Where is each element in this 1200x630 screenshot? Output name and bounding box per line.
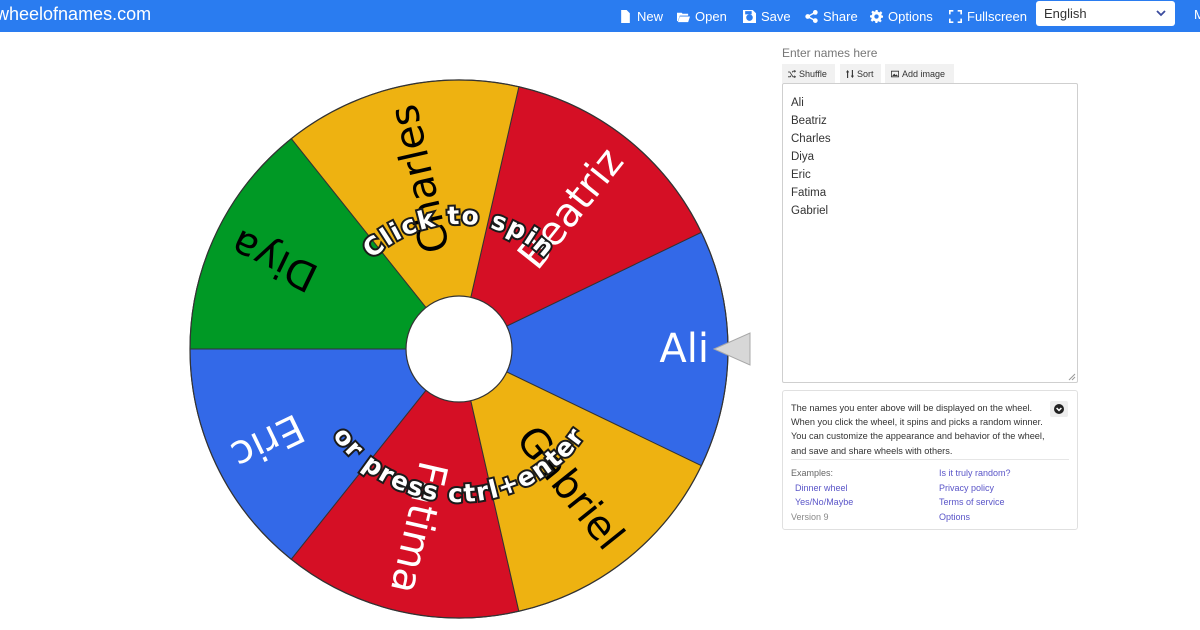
sort-button[interactable]: Sort <box>840 64 881 83</box>
brand-logo-text[interactable]: wheelofnames.com <box>0 4 151 25</box>
sort-icon <box>846 69 854 78</box>
file-icon <box>621 9 630 23</box>
example-link-yes-no-maybe[interactable]: Yes/No/Maybe <box>795 495 853 509</box>
share-button[interactable]: Share <box>805 6 858 26</box>
fullscreen-button-label: Fullscreen <box>967 8 1027 24</box>
info-collapse-button[interactable] <box>1050 401 1068 417</box>
info-card: The names you enter above will be displa… <box>782 390 1078 530</box>
wheel-area: Ali Beatriz Charles Diya Eric Fatima Gabriel C… <box>0 32 760 630</box>
image-icon <box>891 70 899 77</box>
wheel-canvas[interactable]: AliBeatrizCharlesDiyaEricFatima Gabriel C… <box>0 32 760 630</box>
sort-button-label: Sort <box>857 68 874 79</box>
new-button[interactable]: New <box>619 6 663 26</box>
account-menu-truncated[interactable]: M <box>1194 7 1200 22</box>
options-button-label: Options <box>888 8 933 24</box>
share-icon <box>805 9 818 23</box>
names-textarea[interactable]: Ali Beatriz Charles Diya Eric Fatima Gab… <box>782 83 1078 383</box>
wheel-segment-label: Ali <box>659 326 709 372</box>
top-navbar: wheelofnames.com New Open Save Share Opt… <box>0 0 1200 32</box>
add-image-button[interactable]: Add image <box>885 64 954 83</box>
link-privacy-policy[interactable]: Privacy policy <box>939 481 994 495</box>
link-is-it-truly-random[interactable]: Is it truly random? <box>939 466 1011 480</box>
name-entry: Eric <box>791 169 811 181</box>
name-entry: Beatriz <box>791 115 827 127</box>
save-button-label: Save <box>761 8 791 24</box>
save-button[interactable]: Save <box>743 6 791 26</box>
names-list: Ali Beatriz Charles Diya Eric Fatima Gab… <box>791 94 1069 220</box>
options-button[interactable]: Options <box>870 6 933 26</box>
add-image-button-label: Add image <box>902 68 946 79</box>
new-button-label: New <box>637 8 664 24</box>
name-entry: Fatima <box>791 187 827 199</box>
shuffle-button-label: Shuffle <box>799 68 827 79</box>
shuffle-button[interactable]: Shuffle <box>782 64 835 83</box>
open-button[interactable]: Open <box>677 6 727 26</box>
wheel-center-hub[interactable] <box>405 295 513 403</box>
fullscreen-button[interactable]: Fullscreen <box>949 6 1027 26</box>
open-button-label: Open <box>695 8 727 24</box>
info-description: The names you enter above will be displa… <box>791 403 1045 456</box>
name-entry: Ali <box>791 97 804 109</box>
expand-icon <box>949 9 962 23</box>
folder-open-icon <box>677 12 690 22</box>
link-options[interactable]: Options <box>939 510 970 524</box>
link-terms-of-service[interactable]: Terms of service <box>939 495 1005 509</box>
names-entry-label: Enter names here <box>782 46 878 60</box>
name-entry: Diya <box>791 151 815 163</box>
language-select-value: English <box>1044 6 1087 21</box>
version-text: Version 9 <box>791 511 829 522</box>
example-link-dinner-wheel[interactable]: Dinner wheel <box>795 481 848 495</box>
save-icon <box>743 9 756 23</box>
resize-grip-icon[interactable] <box>1068 373 1076 381</box>
chevron-circle-down-icon <box>1054 404 1064 414</box>
shuffle-icon <box>788 69 796 78</box>
chevron-down-icon <box>1156 10 1166 17</box>
language-select[interactable]: English <box>1036 1 1175 26</box>
info-divider <box>791 459 1069 460</box>
name-entry: Charles <box>791 133 831 145</box>
name-entry: Gabriel <box>791 205 829 217</box>
examples-label: Examples: <box>791 468 834 478</box>
share-button-label: Share <box>823 8 858 24</box>
gear-icon <box>870 9 883 23</box>
